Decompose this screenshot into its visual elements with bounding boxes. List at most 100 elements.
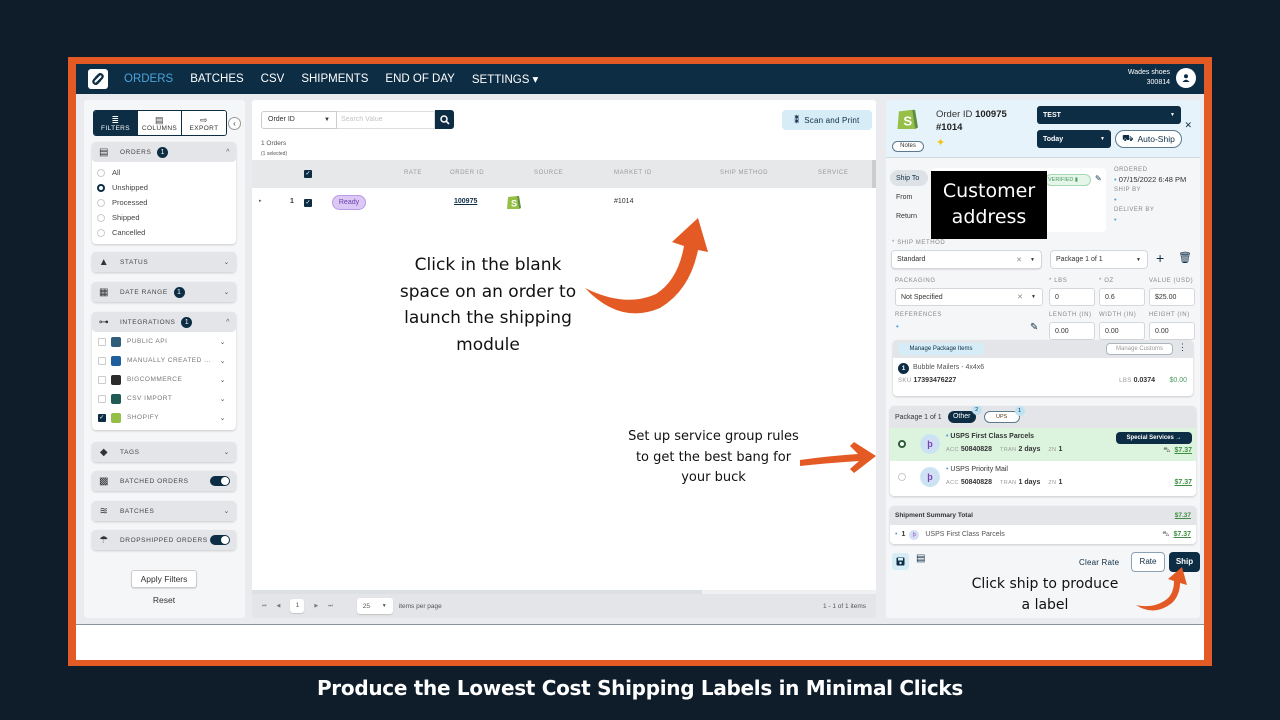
- order-id-link[interactable]: 100975: [454, 198, 477, 205]
- chevron-down-icon[interactable]: ⌄: [220, 414, 226, 422]
- column-source[interactable]: SOURCE: [534, 170, 563, 176]
- checkbox[interactable]: [98, 375, 106, 384]
- document-icon[interactable]: ▤: [916, 553, 925, 564]
- row-checkbox[interactable]: ✓: [304, 199, 312, 207]
- close-icon[interactable]: ✕: [1184, 120, 1192, 131]
- search-field-select[interactable]: Order ID ▼: [261, 110, 337, 129]
- rate-radio[interactable]: [898, 440, 906, 448]
- rate-option[interactable]: þ • USPS Priority Mail ACC 50840828 TRAN 1 …: [890, 461, 1196, 494]
- search-button[interactable]: [435, 110, 454, 129]
- tab-export[interactable]: ⇨ EXPORT: [182, 111, 226, 135]
- chevron-down-icon[interactable]: ⌄: [220, 338, 226, 346]
- save-button[interactable]: [892, 553, 909, 570]
- tab-return[interactable]: Return: [890, 208, 928, 224]
- page-number-button[interactable]: 1: [290, 599, 305, 613]
- radio-shipped[interactable]: Shipped: [92, 210, 236, 225]
- integration-bigcommerce[interactable]: BIGCOMMERCE ⌄: [92, 370, 236, 389]
- rate-radio[interactable]: [898, 473, 906, 481]
- edit-references-icon[interactable]: ✎: [1030, 322, 1038, 333]
- prev-page-icon[interactable]: ◀: [277, 603, 281, 609]
- next-page-icon[interactable]: ▶: [314, 603, 318, 609]
- orders-filter-header[interactable]: ▤ ORDERS 1 ^: [92, 142, 236, 162]
- chevron-down-icon[interactable]: ⌄: [220, 376, 226, 384]
- tab-from[interactable]: From: [890, 189, 928, 205]
- nav-csv[interactable]: CSV: [261, 73, 285, 85]
- tab-ship-to[interactable]: Ship To: [890, 170, 928, 186]
- nav-settings[interactable]: SETTINGS ▾: [472, 72, 538, 86]
- expand-row-icon[interactable]: ▸: [259, 198, 262, 204]
- chevron-down-icon[interactable]: ⌄: [220, 395, 226, 403]
- rate-price[interactable]: ⛍ $7.37: [1163, 446, 1192, 455]
- more-options-icon[interactable]: ⋮: [1178, 342, 1187, 353]
- oz-input[interactable]: 0.6: [1099, 288, 1145, 306]
- special-services-button[interactable]: Special Services →: [1116, 432, 1192, 444]
- summary-price[interactable]: $7.37: [1173, 531, 1191, 538]
- radio-unshipped[interactable]: Unshipped: [92, 180, 236, 195]
- column-market-id[interactable]: MARKET ID: [614, 170, 652, 176]
- column-service[interactable]: SERVICE: [818, 170, 848, 176]
- tab-filters[interactable]: ≣ FILTERS: [94, 111, 138, 135]
- checkbox[interactable]: [98, 356, 106, 365]
- first-page-icon[interactable]: ⏮: [262, 603, 267, 609]
- nav-end-of-day[interactable]: END OF DAY: [385, 73, 454, 85]
- batched-orders-toggle[interactable]: [210, 476, 230, 486]
- manage-customs-button[interactable]: Manage Customs: [1106, 343, 1173, 355]
- radio-button[interactable]: [97, 183, 105, 192]
- service-group-other[interactable]: Other 2: [947, 406, 982, 423]
- height-input[interactable]: 0.00: [1149, 322, 1195, 340]
- package-select[interactable]: Package 1 of 1 ▼: [1050, 250, 1148, 269]
- summary-total[interactable]: $7.37: [1175, 512, 1191, 519]
- user-menu[interactable]: Wades shoes 300814: [1128, 68, 1196, 88]
- collapse-sidebar-button[interactable]: ‹: [228, 117, 241, 130]
- scan-and-print-button[interactable]: ⁑ Scan and Print: [782, 110, 872, 130]
- status-filter-header[interactable]: ▲ STATUS ⌄: [92, 252, 236, 272]
- add-package-icon[interactable]: +: [1156, 250, 1164, 266]
- manage-package-items-button[interactable]: Manage Package Items: [898, 343, 984, 355]
- nav-shipments[interactable]: SHIPMENTS: [301, 73, 368, 85]
- radio-button[interactable]: [97, 198, 105, 207]
- radio-all[interactable]: All: [92, 165, 236, 180]
- rate-option[interactable]: þ • USPS First Class Parcels ACC 50840828…: [890, 428, 1196, 461]
- integrations-header[interactable]: ⊶ INTEGRATIONS 1 ^: [92, 312, 236, 332]
- service-group-ups[interactable]: UPS 1: [983, 406, 1025, 423]
- tab-columns[interactable]: ▤ COLUMNS: [138, 111, 182, 135]
- ship-date-select[interactable]: Today ▼: [1037, 130, 1111, 148]
- chevron-down-icon[interactable]: ⌄: [220, 357, 226, 365]
- integration-csv-import[interactable]: CSV IMPORT ⌄: [92, 389, 236, 408]
- column-ship-method[interactable]: SHIP METHOD: [720, 170, 768, 176]
- date-range-header[interactable]: ▦ DATE RANGE 1 ⌄: [92, 282, 236, 302]
- dropshipped-toggle[interactable]: [210, 535, 230, 545]
- reset-filters-button[interactable]: Reset: [131, 595, 197, 605]
- notes-button[interactable]: Notes: [892, 141, 924, 152]
- auto-ship-button[interactable]: ⛟ Auto-Ship: [1115, 130, 1182, 148]
- packaging-select[interactable]: Not Specified ✕ ▼: [895, 288, 1043, 306]
- clear-rate-button[interactable]: Clear Rate: [1079, 558, 1119, 567]
- edit-address-icon[interactable]: ✎: [1095, 174, 1102, 183]
- column-rate[interactable]: RATE: [404, 170, 422, 176]
- avatar[interactable]: [1176, 68, 1196, 88]
- delete-package-icon[interactable]: 🗑: [1178, 251, 1192, 264]
- checkbox-checked[interactable]: ✓: [98, 413, 106, 422]
- radio-button[interactable]: [97, 213, 105, 222]
- integration-shopify[interactable]: ✓ SHOPIFY ⌄: [92, 408, 236, 427]
- nav-orders[interactable]: ORDERS: [124, 73, 173, 85]
- radio-button[interactable]: [97, 228, 105, 237]
- account-select[interactable]: TEST ▼: [1037, 106, 1181, 124]
- checkbox[interactable]: [98, 394, 106, 403]
- table-row[interactable]: ▸ 1 ✓ Ready 100975 S #1014: [252, 188, 876, 218]
- clear-icon[interactable]: ✕: [1017, 293, 1023, 301]
- radio-processed[interactable]: Processed: [92, 195, 236, 210]
- last-page-icon[interactable]: ⏭: [328, 603, 333, 609]
- rate-price[interactable]: $7.37: [1174, 479, 1192, 486]
- integration-manually-created[interactable]: MANUALLY CREATED ... ⌄: [92, 351, 236, 370]
- clear-icon[interactable]: ✕: [1016, 256, 1022, 264]
- radio-button[interactable]: [97, 168, 105, 177]
- width-input[interactable]: 0.00: [1099, 322, 1145, 340]
- radio-cancelled[interactable]: Cancelled: [92, 225, 236, 240]
- column-order-id[interactable]: ORDER ID: [450, 170, 484, 176]
- lbs-input[interactable]: 0: [1049, 288, 1095, 306]
- tags-header[interactable]: ◆ TAGS ⌄: [92, 442, 236, 462]
- apply-filters-button[interactable]: Apply Filters: [131, 570, 197, 588]
- app-logo[interactable]: [88, 69, 108, 89]
- ship-method-select[interactable]: Standard ✕ ▼: [891, 250, 1042, 269]
